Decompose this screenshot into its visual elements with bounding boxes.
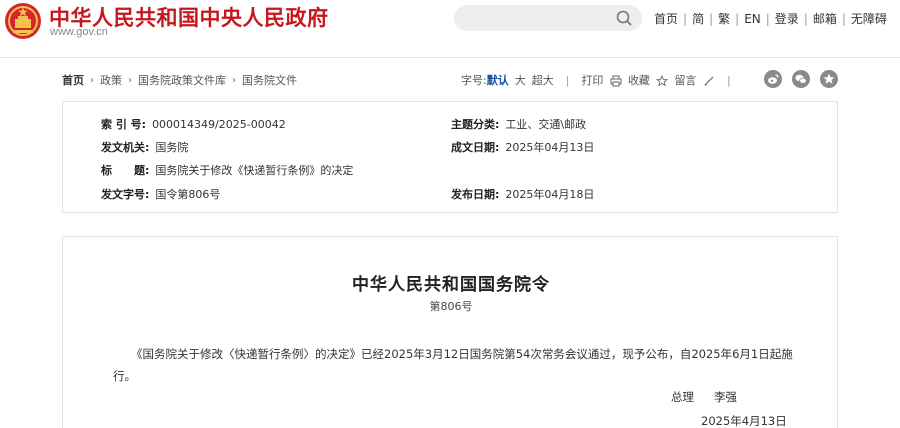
breadcrumb-policy-library[interactable]: 国务院政策文件库 [138, 72, 226, 88]
nav-traditional[interactable]: 繁 [718, 10, 730, 27]
document-body: 中华人民共和国国务院令 第806号 《国务院关于修改〈快递暂行条例〉的决定》已经… [62, 236, 838, 428]
star-icon [656, 75, 669, 87]
meta-issuer-label: 发文机关: [101, 141, 150, 154]
meta-docno: 发文字号: 国令第806号 [101, 186, 220, 202]
meta-issuer: 发文机关: 国务院 [101, 139, 188, 155]
search-icon[interactable] [616, 10, 632, 26]
chevron-right-icon: › [128, 74, 132, 86]
meta-written-date: 成文日期: 2025年04月13日 [451, 139, 594, 155]
divider: | [709, 11, 714, 26]
breadcrumb-state-council-docs[interactable]: 国务院文件 [242, 72, 297, 88]
pencil-icon [704, 76, 714, 86]
meta-index-label: 索 引 号: [101, 118, 147, 131]
font-size-xlarge[interactable]: 超大 [532, 72, 554, 88]
chevron-right-icon: › [90, 74, 94, 86]
meta-written-value: 2025年04月13日 [505, 141, 595, 154]
breadcrumb: 首页 › 政策 › 国务院政策文件库 › 国务院文件 [62, 72, 297, 88]
print-label: 打印 [581, 74, 604, 87]
breadcrumb-policy[interactable]: 政策 [100, 72, 122, 88]
font-size-label: 字号: [461, 74, 487, 87]
print-button[interactable]: 打印 [581, 72, 622, 88]
breadcrumb-bar: 首页 › 政策 › 国务院政策文件库 › 国务院文件 字号: 默认 大 超大 |… [0, 66, 900, 92]
national-emblem-icon[interactable] [4, 2, 42, 40]
font-size-large[interactable]: 大 [515, 72, 526, 88]
favorite-share-button[interactable] [820, 70, 838, 88]
meta-docno-value: 国令第806号 [155, 188, 221, 201]
document-title: 中华人民共和国国务院令 [352, 275, 550, 295]
font-size-default[interactable]: 默认 [487, 72, 509, 88]
signature-line: 总理 李强 [671, 389, 737, 405]
site-header: 中华人民共和国中央人民政府 www.gov.cn 首页 | 简 | 繁 | EN… [0, 0, 900, 58]
signer-name: 李强 [714, 390, 737, 404]
wechat-share-button[interactable] [792, 70, 810, 88]
meta-title-label: 标 题: [101, 164, 150, 177]
meta-published-value: 2025年04月18日 [505, 188, 595, 201]
meta-published-date: 发布日期: 2025年04月18日 [451, 186, 594, 202]
meta-index-value: 000014349/2025-00042 [152, 118, 286, 131]
document-paragraph: 《国务院关于修改〈快递暂行条例〉的决定》已经2025年3月12日国务院第54次常… [113, 347, 793, 383]
weibo-share-button[interactable] [764, 70, 782, 88]
document-number: 第806号 [429, 300, 473, 313]
favorite-label: 收藏 [627, 74, 650, 87]
divider: | [726, 73, 731, 87]
divider: | [803, 11, 808, 26]
signer-title: 总理 [671, 390, 694, 404]
divider: | [765, 11, 770, 26]
divider: | [683, 11, 688, 26]
nav-home[interactable]: 首页 [654, 10, 678, 27]
nav-login[interactable]: 登录 [775, 10, 799, 27]
signature-date: 2025年4月13日 [701, 414, 787, 428]
article-tools: 字号: 默认 大 超大 | 打印 收藏 留言 | [461, 72, 743, 88]
divider: | [565, 73, 570, 87]
divider: | [841, 11, 846, 26]
nav-simplified[interactable]: 简 [692, 10, 704, 27]
meta-title-value: 国务院关于修改《快递暂行条例》的决定 [155, 164, 354, 177]
nav-mail[interactable]: 邮箱 [813, 10, 837, 27]
nav-accessibility[interactable]: 无障碍 [851, 10, 887, 27]
meta-category-value: 工业、交通\邮政 [505, 118, 587, 131]
comment-label: 留言 [674, 74, 697, 87]
favorite-button[interactable]: 收藏 [628, 72, 669, 88]
chevron-right-icon: › [232, 74, 236, 86]
breadcrumb-home[interactable]: 首页 [62, 72, 84, 88]
divider: | [735, 11, 740, 26]
document-metadata: 索 引 号: 000014349/2025-00042 主题分类: 工业、交通\邮政… [62, 101, 838, 213]
site-url[interactable]: www.gov.cn [50, 26, 108, 38]
meta-published-label: 发布日期: [451, 188, 500, 201]
star-icon [823, 73, 835, 84]
meta-docno-label: 发文字号: [101, 188, 150, 201]
print-icon [610, 75, 622, 87]
meta-title: 标 题: 国务院关于修改《快递暂行条例》的决定 [101, 162, 353, 178]
meta-category: 主题分类: 工业、交通\邮政 [451, 116, 586, 132]
meta-category-label: 主题分类: [451, 118, 500, 131]
meta-issuer-value: 国务院 [155, 141, 189, 154]
nav-english[interactable]: EN [744, 12, 761, 26]
comment-button[interactable]: 留言 [674, 72, 715, 88]
top-nav: 首页 | 简 | 繁 | EN | 登录 | 邮箱 | 无障碍 [654, 10, 887, 27]
wechat-icon [795, 74, 807, 84]
meta-index: 索 引 号: 000014349/2025-00042 [101, 116, 286, 132]
meta-written-label: 成文日期: [451, 141, 500, 154]
weibo-icon [768, 74, 779, 84]
search-input[interactable] [454, 5, 642, 31]
